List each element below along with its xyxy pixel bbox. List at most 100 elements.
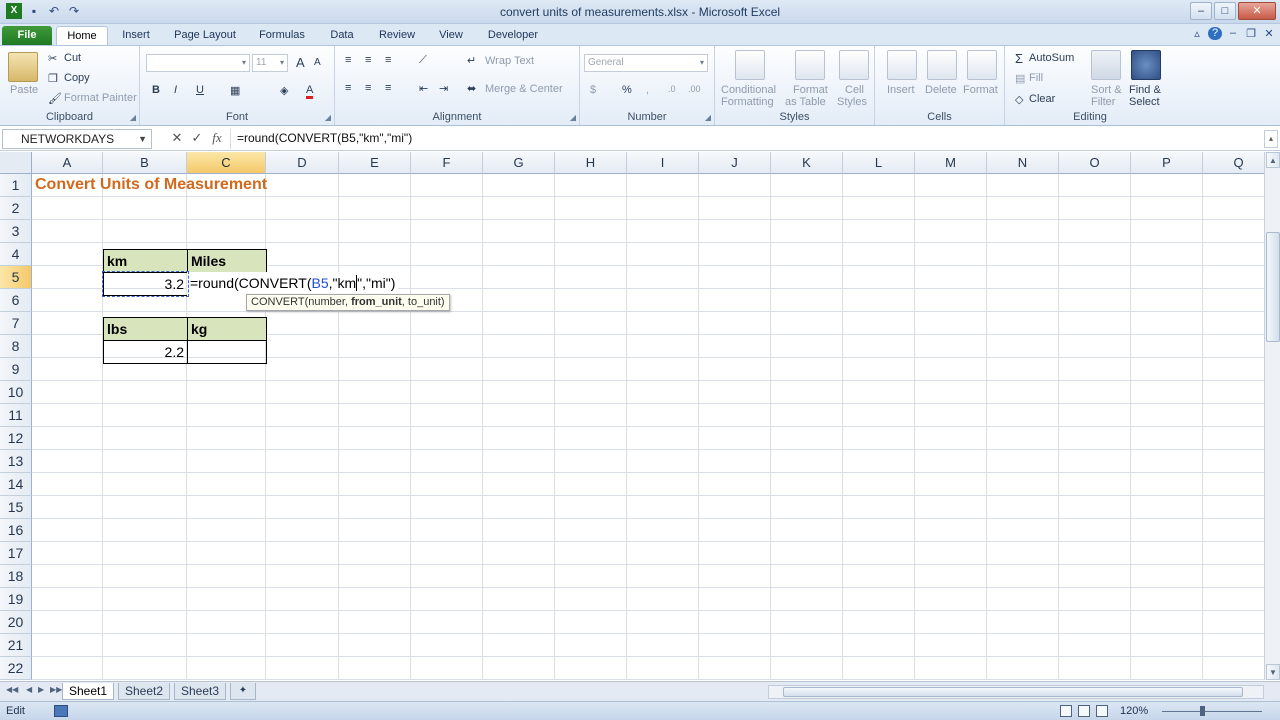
column-header-c[interactable]: C xyxy=(187,152,266,174)
cell-C5-editing[interactable]: =round(CONVERT(B5,"km","mi") xyxy=(187,272,399,296)
insert-cells-button[interactable]: Insert xyxy=(887,84,915,96)
find-select-button-line2[interactable]: Select xyxy=(1129,96,1160,108)
row-header-8[interactable]: 8 xyxy=(0,335,32,358)
workbook-close-icon[interactable]: ✕ xyxy=(1262,27,1276,40)
sheet-tab-sheet3[interactable]: Sheet3 xyxy=(174,683,226,700)
tab-home[interactable]: Home xyxy=(56,26,108,45)
help-icon[interactable]: ? xyxy=(1208,27,1222,40)
percent-button[interactable]: % xyxy=(622,84,632,96)
column-header-l[interactable]: L xyxy=(843,152,915,174)
clipboard-launcher-icon[interactable]: ◢ xyxy=(130,113,136,122)
conditional-formatting-icon[interactable] xyxy=(735,50,765,80)
column-header-q[interactable]: Q xyxy=(1203,152,1264,174)
shrink-font-button[interactable]: A xyxy=(314,57,321,68)
cell-B5[interactable]: 3.2 xyxy=(103,272,188,296)
workbook-restore-icon[interactable]: ❐ xyxy=(1244,27,1258,40)
align-right-icon[interactable]: ≡ xyxy=(385,82,391,94)
row-header-4[interactable]: 4 xyxy=(0,243,32,266)
zoom-level[interactable]: 120% xyxy=(1120,705,1148,717)
worksheet-grid[interactable]: ABCDEFGHIJKLMNOPQ 1 2 3 4 5 6 7 8 9 10 11 12 13 14 15 1… xyxy=(0,152,1264,680)
macro-record-icon[interactable] xyxy=(54,705,68,717)
column-header-m[interactable]: M xyxy=(915,152,987,174)
tab-review[interactable]: Review xyxy=(370,26,424,45)
delete-cells-icon[interactable] xyxy=(927,50,957,80)
format-as-table-icon[interactable] xyxy=(795,50,825,80)
scroll-up-icon[interactable]: ▲ xyxy=(1266,152,1280,168)
column-header-j[interactable]: J xyxy=(699,152,771,174)
sort-filter-button[interactable]: Sort & xyxy=(1091,84,1122,96)
cell-C4[interactable]: Miles xyxy=(187,249,267,273)
page-break-view-icon[interactable] xyxy=(1096,705,1108,717)
decrease-decimal-button[interactable]: .00 xyxy=(688,84,701,94)
fill-icon[interactable]: ▤ xyxy=(1015,72,1025,85)
row-header-19[interactable]: 19 xyxy=(0,588,32,611)
tab-developer[interactable]: Developer xyxy=(478,26,548,45)
tab-data[interactable]: Data xyxy=(320,26,364,45)
find-select-icon[interactable] xyxy=(1131,50,1161,80)
align-left-icon[interactable]: ≡ xyxy=(345,82,351,94)
vertical-scrollbar[interactable]: ▲ ▼ xyxy=(1264,152,1280,680)
column-header-g[interactable]: G xyxy=(483,152,555,174)
minimize-icon[interactable]: – xyxy=(1190,2,1212,20)
row-header-2[interactable]: 2 xyxy=(0,197,32,220)
clear-button[interactable]: Clear xyxy=(1029,93,1055,105)
column-header-e[interactable]: E xyxy=(339,152,411,174)
formula-input[interactable]: =round(CONVERT(B5,"km","mi") xyxy=(230,129,1260,149)
row-header-6[interactable]: 6 xyxy=(0,289,32,312)
sheet-tab-sheet1[interactable]: Sheet1 xyxy=(62,683,114,700)
tab-formulas[interactable]: Formulas xyxy=(250,26,314,45)
wrap-text-button[interactable]: Wrap Text xyxy=(485,55,534,67)
format-painter-icon[interactable]: 🖌 xyxy=(48,92,62,105)
underline-button[interactable]: U xyxy=(196,84,204,96)
column-header-k[interactable]: K xyxy=(771,152,843,174)
cell-styles-button[interactable]: Cell xyxy=(845,84,864,96)
insert-cells-icon[interactable] xyxy=(887,50,917,80)
fill-button[interactable]: Fill xyxy=(1029,72,1043,84)
row-header-20[interactable]: 20 xyxy=(0,611,32,634)
row-header-9[interactable]: 9 xyxy=(0,358,32,381)
conditional-formatting-button[interactable]: Conditional xyxy=(721,84,776,96)
format-cells-button[interactable]: Format xyxy=(963,84,998,96)
cell-B7[interactable]: lbs xyxy=(103,317,188,341)
autosum-button[interactable]: AutoSum xyxy=(1029,52,1074,64)
currency-button[interactable]: $ xyxy=(590,84,596,96)
next-sheet-icon[interactable]: ▶ xyxy=(38,685,44,694)
row-header-10[interactable]: 10 xyxy=(0,381,32,404)
column-header-p[interactable]: P xyxy=(1131,152,1203,174)
close-icon[interactable]: ✕ xyxy=(1238,2,1276,20)
cell-B8[interactable]: 2.2 xyxy=(103,340,188,364)
number-format-combo[interactable]: General ▾ xyxy=(584,54,708,72)
wrap-text-icon[interactable]: ↵ xyxy=(467,54,476,67)
middle-align-icon[interactable]: ≡ xyxy=(365,54,371,66)
column-header-a[interactable]: A xyxy=(32,152,103,174)
format-cells-icon[interactable] xyxy=(967,50,997,80)
scroll-down-icon[interactable]: ▼ xyxy=(1266,664,1280,680)
function-tooltip[interactable]: CONVERT(number, from_unit, to_unit) xyxy=(246,294,450,311)
row-header-17[interactable]: 17 xyxy=(0,542,32,565)
enter-formula-icon[interactable]: ✓ xyxy=(188,130,206,146)
find-select-button[interactable]: Find & xyxy=(1129,84,1161,96)
tab-page-layout[interactable]: Page Layout xyxy=(166,26,244,45)
column-header-d[interactable]: D xyxy=(266,152,339,174)
delete-cells-button[interactable]: Delete xyxy=(925,84,957,96)
cell-C8[interactable] xyxy=(187,340,267,364)
orientation-icon[interactable]: ⟋ xyxy=(419,54,427,67)
row-header-21[interactable]: 21 xyxy=(0,634,32,657)
row-header-7[interactable]: 7 xyxy=(0,312,32,335)
insert-sheet-icon[interactable]: ✦ xyxy=(230,683,256,700)
cancel-formula-icon[interactable]: ✕ xyxy=(168,130,186,146)
alignment-launcher-icon[interactable]: ◢ xyxy=(570,113,576,122)
bold-button[interactable]: B xyxy=(152,84,160,96)
horizontal-scrollbar[interactable] xyxy=(768,685,1264,699)
maximize-icon[interactable]: □ xyxy=(1214,2,1236,20)
row-header-13[interactable]: 13 xyxy=(0,450,32,473)
font-color-icon[interactable]: A xyxy=(306,84,314,99)
minimize-ribbon-icon[interactable]: ▵ xyxy=(1190,27,1204,40)
zoom-slider[interactable] xyxy=(1162,711,1262,712)
align-center-icon[interactable]: ≡ xyxy=(365,82,371,94)
tab-file[interactable]: File xyxy=(2,26,52,45)
column-header-b[interactable]: B xyxy=(103,152,187,174)
fill-color-icon[interactable]: ◈ xyxy=(280,84,288,97)
tab-view[interactable]: View xyxy=(430,26,472,45)
column-header-n[interactable]: N xyxy=(987,152,1059,174)
